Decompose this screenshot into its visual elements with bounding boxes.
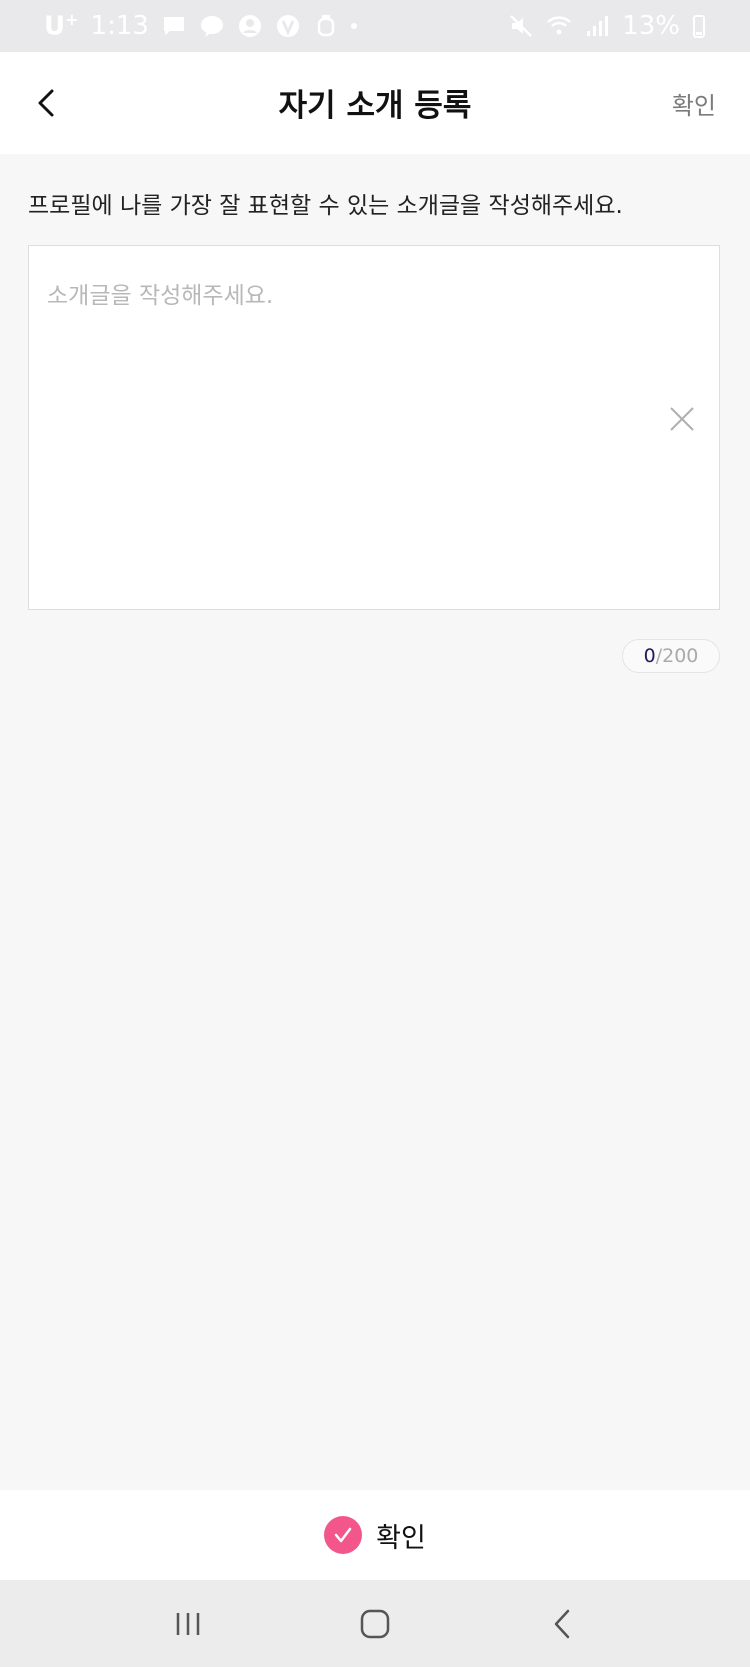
character-counter: 0/200 <box>622 639 720 673</box>
bottom-confirm-button[interactable]: 확인 <box>0 1490 750 1580</box>
system-nav-bar <box>0 1580 750 1667</box>
watch-icon <box>313 13 339 39</box>
notification-dot <box>350 23 357 29</box>
close-icon <box>670 407 694 431</box>
top-app-bar: 자기 소개 등록 확인 <box>0 52 750 154</box>
recent-apps-button[interactable] <box>158 1594 218 1654</box>
intro-textarea[interactable] <box>29 246 719 609</box>
instruction-text: 프로필에 나를 가장 잘 표현할 수 있는 소개글을 작성해주세요. <box>28 193 623 219</box>
clear-text-button[interactable] <box>667 404 697 434</box>
home-icon <box>360 1609 390 1638</box>
mute-icon <box>508 13 534 39</box>
carrier-label: U+ <box>44 10 79 42</box>
header-confirm-button[interactable]: 확인 <box>672 86 716 121</box>
intro-input-box <box>28 245 720 610</box>
message-icon <box>161 13 187 39</box>
back-icon <box>554 1609 569 1638</box>
system-back-button[interactable] <box>532 1594 592 1654</box>
battery-percent: 13% <box>622 11 680 41</box>
battery-icon <box>692 13 706 39</box>
char-limit: /200 <box>655 645 699 667</box>
account-icon <box>237 13 263 39</box>
v-app-icon <box>275 13 301 39</box>
char-count: 0 <box>643 645 656 667</box>
recent-apps-icon <box>177 1612 200 1635</box>
bottom-confirm-label: 확인 <box>376 1522 426 1554</box>
signal-icon <box>584 13 610 39</box>
page-title: 자기 소개 등록 <box>278 88 472 124</box>
status-right: 13% <box>508 11 706 41</box>
check-circle-icon <box>324 1516 363 1554</box>
home-button[interactable] <box>345 1594 405 1654</box>
status-left: U+ 1:13 <box>44 10 357 42</box>
clock: 1:13 <box>90 11 149 41</box>
status-bar: U+ 1:13 13% <box>0 0 750 52</box>
wifi-icon <box>546 13 572 39</box>
talk-icon <box>199 13 225 39</box>
